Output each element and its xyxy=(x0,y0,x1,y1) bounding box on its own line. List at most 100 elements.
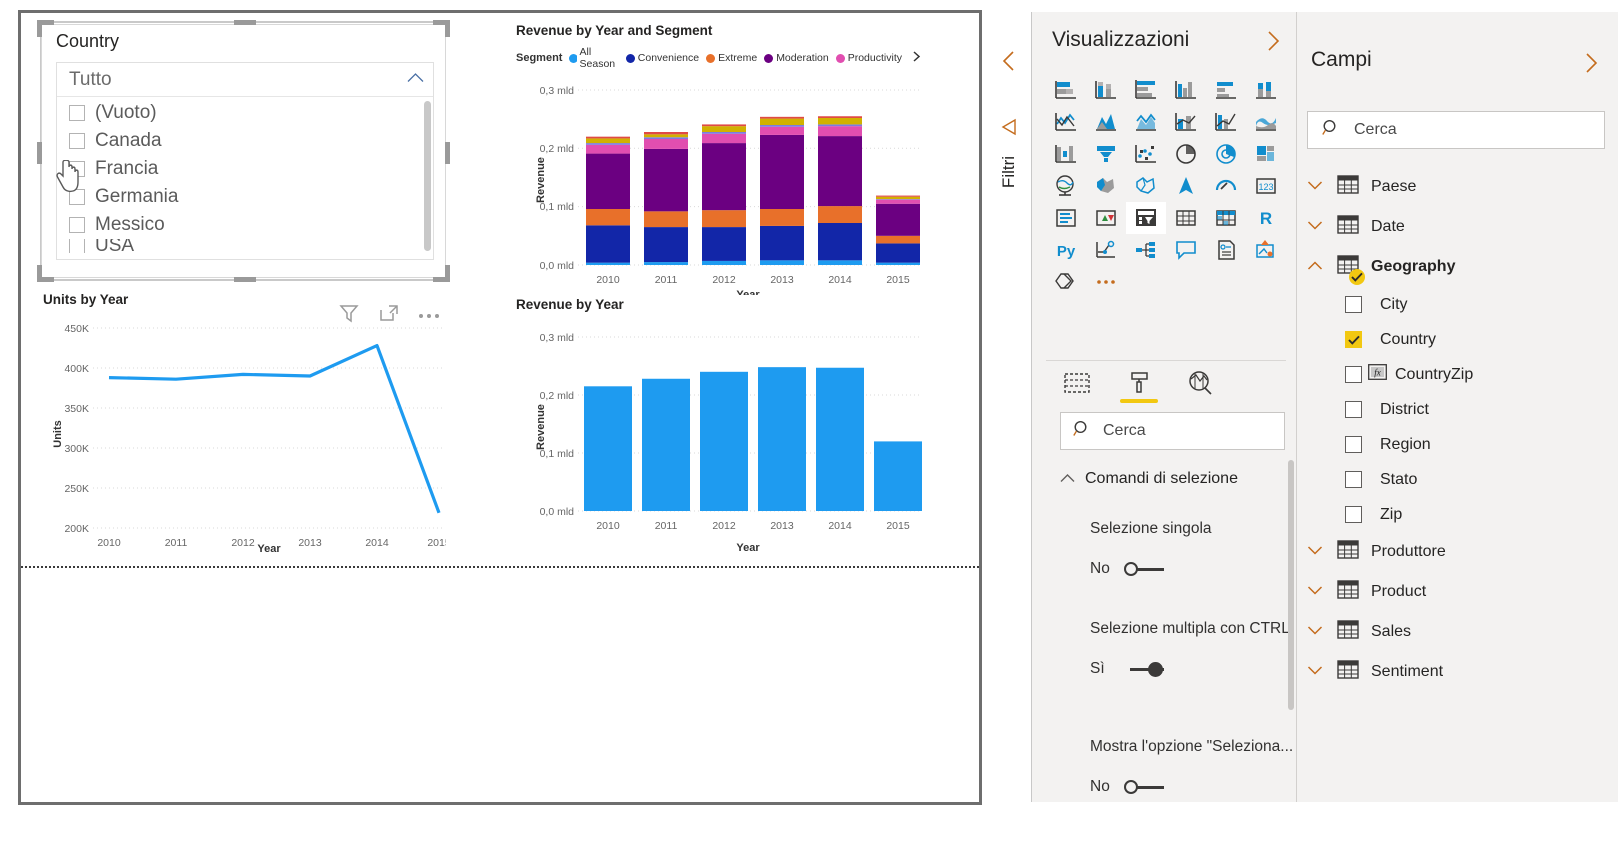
100-stacked-column-chart-icon[interactable] xyxy=(1246,74,1286,106)
revenue-by-year-and-segment-visual[interactable]: Revenue by Year and Segment Segment All … xyxy=(512,20,922,301)
stacked-bar-segment[interactable] xyxy=(760,225,804,261)
stacked-bar-segment[interactable] xyxy=(876,235,920,244)
python-visual-icon[interactable]: Py xyxy=(1046,234,1086,266)
checkbox-icon[interactable] xyxy=(1345,436,1362,453)
country-slicer[interactable]: Country Tutto (Vuoto) Canada Francia Ger… xyxy=(41,24,446,278)
stacked-bar-segment[interactable] xyxy=(876,196,920,200)
ctrl-multiselect-toggle[interactable] xyxy=(1120,660,1166,678)
toggle-row[interactable]: Sì xyxy=(1090,660,1320,678)
chevron-left-icon[interactable] xyxy=(1000,50,1018,72)
clustered-column-chart-icon[interactable] xyxy=(1166,74,1206,106)
arcgis-map-icon[interactable] xyxy=(1166,170,1206,202)
field-row[interactable]: Region xyxy=(1297,427,1618,462)
stacked-bar-segment[interactable] xyxy=(876,199,920,200)
stacked-bar-segment[interactable] xyxy=(760,126,804,135)
bar[interactable] xyxy=(816,367,864,511)
slicer-item[interactable]: USA xyxy=(57,239,433,253)
bar[interactable] xyxy=(642,378,690,511)
key-influencers-icon[interactable] xyxy=(1086,234,1126,266)
stacked-bar-segment[interactable] xyxy=(702,143,746,211)
stacked-bar-segment[interactable] xyxy=(644,132,688,135)
stacked-bar-segment[interactable] xyxy=(760,134,804,209)
stacked-bar-segment[interactable] xyxy=(760,125,804,127)
card-icon[interactable]: 123 xyxy=(1246,170,1286,202)
legend-item[interactable]: Convenience xyxy=(625,52,699,64)
stacked-bar-segment[interactable] xyxy=(586,209,630,226)
stacked-bar-segment[interactable] xyxy=(818,223,862,261)
resize-handle[interactable] xyxy=(37,142,42,164)
resize-handle[interactable] xyxy=(445,142,450,164)
qa-visual-icon[interactable] xyxy=(1166,234,1206,266)
checkbox-icon[interactable] xyxy=(69,133,85,149)
checkbox-icon[interactable] xyxy=(69,217,85,233)
stacked-bar-segment[interactable] xyxy=(702,133,746,144)
format-tab-strip[interactable] xyxy=(1046,360,1286,404)
checkbox-icon[interactable] xyxy=(1345,401,1362,418)
stacked-bar-segment[interactable] xyxy=(644,139,688,149)
units-by-year-visual[interactable]: Units by Year 450K 400K 350K 300K 250K 2… xyxy=(41,292,446,555)
stacked-bar-segment[interactable] xyxy=(818,118,862,125)
bar[interactable] xyxy=(874,441,922,511)
chevron-up-icon[interactable] xyxy=(407,72,424,83)
stacked-bar-segment[interactable] xyxy=(876,203,920,236)
stacked-bar-segment[interactable] xyxy=(644,211,688,228)
fields-table-row[interactable]: Paese xyxy=(1297,167,1618,207)
donut-chart-icon[interactable] xyxy=(1206,138,1246,170)
fields-table-row[interactable]: Sales xyxy=(1297,612,1618,652)
stacked-area-chart-icon[interactable] xyxy=(1126,106,1166,138)
format-tab-icon[interactable] xyxy=(1108,361,1170,405)
stacked-bar-segment[interactable] xyxy=(818,116,862,118)
chevron-up-icon[interactable] xyxy=(1307,258,1323,276)
slicer-item[interactable]: Germania xyxy=(57,183,433,211)
slicer-item[interactable]: Canada xyxy=(57,127,433,155)
slicer-item[interactable]: Francia xyxy=(57,155,433,183)
chevron-down-icon[interactable] xyxy=(1307,623,1323,641)
ribbon-chart-icon[interactable] xyxy=(1246,106,1286,138)
stacked-bar-chart-icon[interactable] xyxy=(1046,74,1086,106)
shape-map-icon[interactable] xyxy=(1126,170,1166,202)
more-visuals-icon[interactable] xyxy=(1086,266,1126,298)
stacked-bar-segment[interactable] xyxy=(760,116,804,119)
stacked-bar-segment[interactable] xyxy=(702,124,746,127)
power-apps-icon[interactable] xyxy=(1246,234,1286,266)
bar[interactable] xyxy=(584,386,632,511)
stacked-bar-segment[interactable] xyxy=(876,262,920,265)
stacked-bar-segment[interactable] xyxy=(760,209,804,226)
filters-pane-label[interactable]: Filtri xyxy=(999,142,1019,202)
fields-search-input[interactable]: Cerca xyxy=(1307,111,1605,149)
resize-handle[interactable] xyxy=(445,20,450,37)
slicer-dropdown[interactable]: Tutto (Vuoto) Canada Francia Germania Me… xyxy=(56,62,434,260)
slicer-item-list[interactable]: (Vuoto) Canada Francia Germania Messico xyxy=(57,97,433,253)
checkbox-checked-icon[interactable] xyxy=(1345,331,1362,348)
resize-handle[interactable] xyxy=(445,265,450,282)
decomposition-tree-icon[interactable] xyxy=(1126,234,1166,266)
slicer-icon[interactable] xyxy=(1126,202,1166,234)
checkbox-icon[interactable] xyxy=(69,105,85,121)
stacked-bar-segment[interactable] xyxy=(702,210,746,228)
smart-narrative-icon[interactable] xyxy=(1046,266,1086,298)
legend-item[interactable]: Productivity xyxy=(835,52,902,64)
map-icon[interactable] xyxy=(1046,170,1086,202)
stacked-bar-segment[interactable] xyxy=(876,199,920,204)
bar[interactable] xyxy=(758,367,806,511)
toggle-row[interactable]: No xyxy=(1090,778,1320,796)
legend-item[interactable]: Extreme xyxy=(706,52,757,64)
checkbox-icon[interactable] xyxy=(69,161,85,177)
fields-table-row[interactable]: Date xyxy=(1297,207,1618,247)
bar[interactable] xyxy=(700,371,748,511)
filter-flyout-icon[interactable] xyxy=(998,116,1020,138)
table-icon[interactable] xyxy=(1166,202,1206,234)
stacked-bar-segment[interactable] xyxy=(586,143,630,145)
visualization-type-grid[interactable]: 123 R Py xyxy=(1046,74,1286,298)
stacked-bar-segment[interactable] xyxy=(644,227,688,263)
stacked-bar-segment[interactable] xyxy=(586,153,630,209)
scatter-chart-icon[interactable] xyxy=(1126,138,1166,170)
gauge-icon[interactable] xyxy=(1206,170,1246,202)
fields-table-row[interactable]: Product xyxy=(1297,572,1618,612)
slicer-item[interactable]: (Vuoto) xyxy=(57,99,433,127)
stacked-column-chart-icon[interactable] xyxy=(1086,74,1126,106)
paginated-report-icon[interactable] xyxy=(1206,234,1246,266)
chevron-down-icon[interactable] xyxy=(1307,218,1323,236)
stacked-bar-segment[interactable] xyxy=(586,138,630,144)
kpi-icon[interactable] xyxy=(1086,202,1126,234)
